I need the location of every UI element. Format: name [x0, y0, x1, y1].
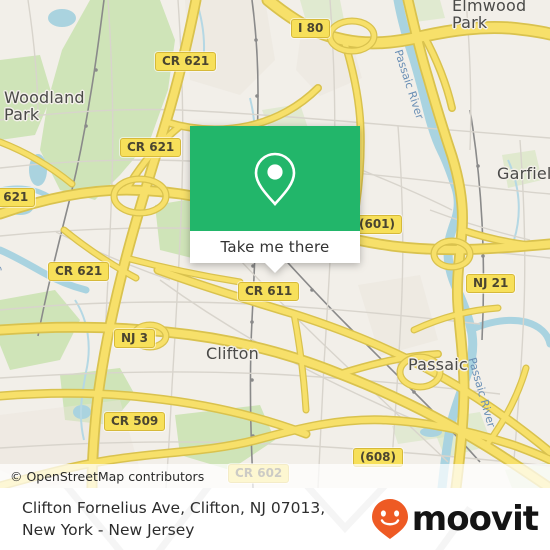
shield-cr-621: CR 621	[0, 188, 36, 207]
map-attribution-bar: © OpenStreetMap contributors	[0, 464, 550, 488]
moovit-map-screenshot: Elmwood Park Woodland Park Garfield Clif…	[0, 0, 550, 550]
shield-cr-509: CR 509	[104, 412, 166, 431]
shield-i-80: I 80	[291, 19, 331, 38]
shield-cr-611: CR 611	[238, 282, 300, 301]
moovit-wordmark: moovit	[411, 499, 539, 539]
moovit-logo[interactable]: moovit	[370, 497, 550, 541]
location-title: Clifton Fornelius Ave, Clifton, NJ 07013…	[22, 499, 326, 539]
shield-cr-621: CR 621	[48, 262, 110, 281]
openstreetmap-attribution[interactable]: © OpenStreetMap contributors	[0, 469, 204, 484]
popup-action-area[interactable]: Take me there	[190, 231, 360, 263]
map-canvas[interactable]: Elmwood Park Woodland Park Garfield Clif…	[0, 0, 550, 488]
shield-nj-3: NJ 3	[114, 329, 156, 348]
shield-nj-21: NJ 21	[466, 274, 516, 293]
footer-bar: Clifton Fornelius Ave, Clifton, NJ 07013…	[0, 488, 550, 550]
shield-cr-621: CR 621	[155, 52, 217, 71]
map-marker-popup[interactable]: Take me there	[190, 126, 360, 273]
location-pin-icon	[254, 152, 296, 206]
shield-cr-621: CR 621	[120, 138, 182, 157]
moovit-pin-icon	[371, 499, 408, 539]
popup-icon-area	[190, 126, 360, 231]
take-me-there-label: Take me there	[220, 238, 330, 256]
popup-tail	[264, 262, 286, 273]
